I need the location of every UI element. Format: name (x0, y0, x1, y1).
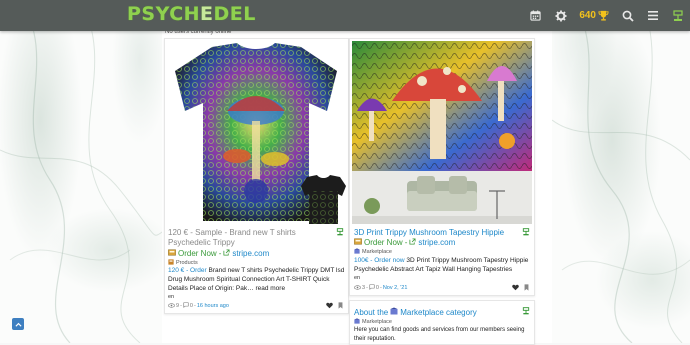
category-label: Marketplace (362, 319, 392, 325)
cart-icon (354, 238, 362, 247)
order-now-link[interactable]: Order Now (178, 249, 217, 258)
meta-separator: - (379, 285, 382, 291)
bookmark-icon[interactable] (338, 302, 343, 311)
title-link[interactable]: Marketplace category (400, 308, 476, 318)
order-price-link[interactable]: 100€ - Order now (354, 257, 405, 264)
marketplace-category-icon (390, 307, 398, 318)
smoke-background-right (552, 0, 690, 343)
order-row: Order Now - stripe.com (354, 238, 455, 247)
logo-text: PSYCH (127, 3, 201, 25)
meta-separator: - (180, 303, 182, 309)
topic-time[interactable]: Nov 2, '21 (383, 285, 408, 291)
topic-time[interactable]: 16 hours ago (197, 303, 229, 309)
marketplace-category-icon (354, 318, 360, 326)
chevron-up-icon (14, 322, 22, 327)
topic-actions (326, 302, 343, 311)
like-heart-icon[interactable] (512, 284, 519, 293)
meta-separator: - (193, 303, 196, 309)
comment-icon (183, 302, 189, 310)
language-tag: en (354, 275, 361, 281)
separator: - (404, 238, 408, 247)
eye-icon (354, 284, 361, 292)
topic-title[interactable]: About the Marketplace category (354, 307, 477, 318)
external-link-icon (223, 249, 230, 258)
external-link-icon (409, 238, 416, 247)
menu-icon[interactable] (640, 0, 665, 31)
language-tag: en (168, 294, 175, 300)
logo-accent: E (200, 3, 214, 25)
logo-text-end: DEL (213, 3, 256, 25)
like-heart-icon[interactable] (326, 302, 333, 311)
tapestry-image[interactable] (352, 41, 532, 224)
external-link[interactable]: stripe.com (232, 249, 269, 258)
category-badge[interactable]: Marketplace (354, 248, 392, 256)
marketplace-category-icon (354, 248, 360, 256)
bookmark-icon[interactable] (524, 284, 529, 293)
meta-separator: - (366, 285, 368, 291)
marketplace-icon (522, 307, 530, 317)
comment-count: 0 (189, 303, 193, 309)
comment-count: 0 (375, 285, 379, 291)
comment-icon (369, 284, 375, 292)
order-now-link[interactable]: Order Now (364, 238, 403, 247)
site-logo[interactable]: PSYCHEDEL (127, 3, 256, 25)
cart-icon (168, 249, 176, 258)
order-price-link[interactable]: 120 € - Order (168, 267, 207, 274)
order-row: Order Now - stripe.com (168, 249, 269, 258)
view-count: 9 (176, 303, 180, 309)
header-icons: 640 (523, 0, 690, 31)
topic-actions (512, 284, 529, 293)
score-value: 640 (579, 10, 596, 21)
read-more-link[interactable]: read more (255, 285, 285, 292)
site-header: PSYCHEDEL 640 (0, 0, 690, 31)
topic-meta: 3 - 0 - Nov 2, '21 (354, 284, 407, 292)
topic-title[interactable]: 120 € - Sample - Brand new T shirts Psyc… (168, 228, 328, 248)
gear-icon[interactable] (548, 0, 573, 31)
topic-excerpt: 100€ - Order now 3D Print Trippy Mushroo… (354, 256, 530, 274)
view-count: 3 (362, 285, 366, 291)
smoke-background-left (0, 0, 165, 343)
topic-excerpt: 120 € - Order Brand new T shirts Psyched… (168, 266, 345, 293)
topic-card-tshirt[interactable]: 120 € - Sample - Brand new T shirts Psyc… (164, 38, 349, 314)
topic-card-tapestry[interactable]: 3D Print Trippy Mushroom Tapestry Hippie… (349, 38, 535, 296)
title-prefix: About the (354, 307, 389, 317)
external-link[interactable]: stripe.com (418, 238, 455, 247)
category-label: Marketplace (362, 249, 392, 255)
topic-title[interactable]: 3D Print Trippy Mushroom Tapestry Hippie (354, 228, 514, 238)
search-icon[interactable] (615, 0, 640, 31)
scroll-to-top-button[interactable] (12, 318, 24, 330)
marketplace-icon[interactable] (665, 0, 690, 31)
eye-icon (168, 302, 175, 310)
trophy-icon (598, 10, 609, 21)
topic-meta: 9 - 0 - 16 hours ago (168, 302, 229, 310)
category-badge[interactable]: Marketplace (354, 318, 392, 326)
calendar-icon[interactable] (523, 0, 548, 31)
separator: - (218, 249, 222, 258)
marketplace-icon (336, 228, 344, 238)
user-score[interactable]: 640 (573, 0, 615, 31)
marketplace-icon (522, 228, 530, 238)
topic-excerpt: Here you can find goods and services fro… (354, 327, 525, 342)
tshirt-image[interactable] (167, 41, 346, 224)
topic-card-about-marketplace[interactable]: About the Marketplace category Marketpla… (349, 300, 535, 345)
